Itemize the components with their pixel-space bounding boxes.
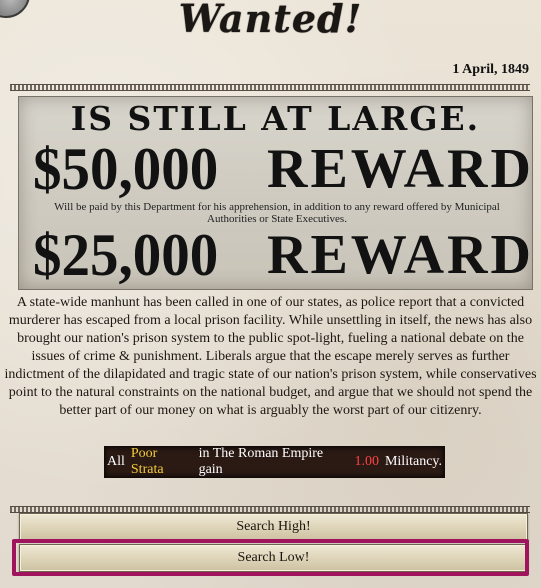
event-picture: IS STILL AT LARGE. $50,000 REWARD Will b…	[18, 96, 533, 290]
effect-prefix: All	[107, 454, 125, 469]
effect-suffix: Militancy.	[384, 454, 442, 469]
poster-headline: IS STILL AT LARGE.	[70, 99, 481, 138]
event-description: A state-wide manhunt has been called in …	[4, 295, 537, 418]
effect-tooltip: All Poor Strata in The Roman Empire gain…	[104, 446, 445, 478]
poster-amount-2: $25,000	[33, 222, 219, 288]
effect-value: 1.00	[354, 454, 379, 469]
poster-reward-2: REWARD	[267, 224, 533, 286]
option-search-low-button[interactable]: Search Low!	[19, 544, 528, 572]
poster-reward-1: REWARD	[267, 138, 533, 200]
effect-middle: in The Roman Empire gain	[198, 446, 324, 477]
bottom-divider	[10, 506, 530, 513]
effect-group: Poor Strata	[130, 446, 164, 477]
poster-amount-1: $50,000	[33, 136, 219, 202]
event-date: 1 April, 1849	[452, 62, 529, 77]
event-title: Wanted!	[178, 0, 363, 41]
option-search-high-button[interactable]: Search High!	[19, 513, 528, 541]
top-divider	[10, 84, 530, 91]
